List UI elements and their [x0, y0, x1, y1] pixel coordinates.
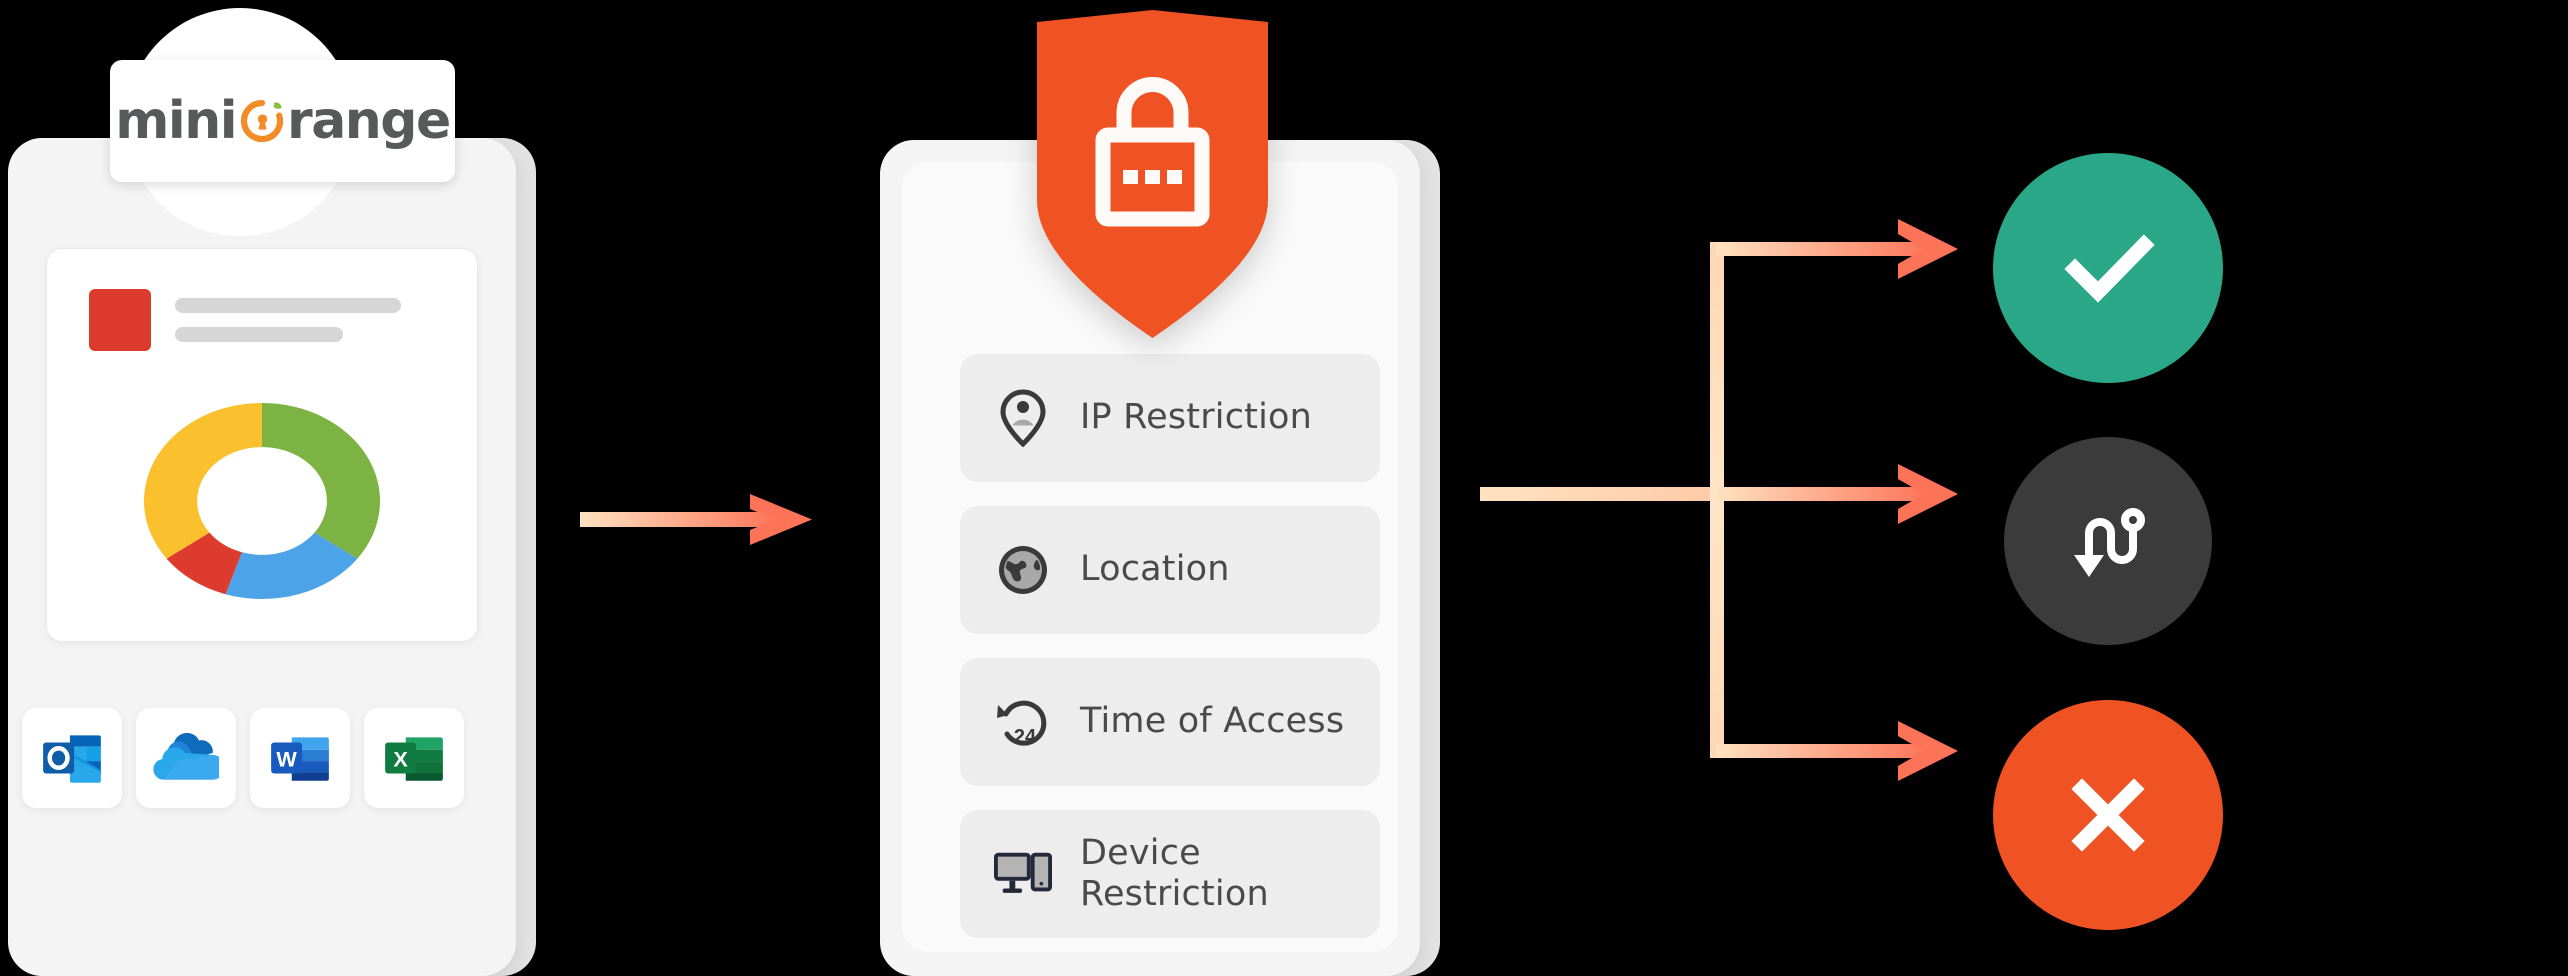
policy-item-time-of-access[interactable]: 24 Time of Access — [960, 658, 1380, 786]
diagram-canvas: W X mini range IP Restriction Location 2… — [0, 0, 2568, 976]
globe-icon — [994, 541, 1052, 599]
placeholder-text-lines — [175, 298, 401, 342]
policy-item-label: Location — [1080, 549, 1230, 590]
shield-lock-icon — [1037, 10, 1268, 338]
placeholder-line-2 — [175, 327, 343, 342]
minorange-logo: mini range — [115, 91, 451, 151]
app-tile-word[interactable]: W — [250, 708, 350, 808]
cross-icon — [2071, 778, 2145, 852]
donut-slice — [262, 403, 380, 559]
policy-item-label: Time of Access — [1080, 701, 1345, 742]
svg-text:W: W — [276, 746, 297, 771]
policy-item-device-restriction[interactable]: Device Restriction — [960, 810, 1380, 938]
policy-item-list: IP Restriction Location 24 Time of Acces… — [960, 354, 1380, 938]
outlook-icon — [43, 735, 101, 783]
policy-item-location[interactable]: Location — [960, 506, 1380, 634]
clipboard-front-plate: W X — [8, 138, 516, 976]
app-tile-excel[interactable]: X — [364, 708, 464, 808]
access-policy-card: IP Restriction Location 24 Time of Acces… — [880, 10, 1440, 976]
logo-text-prefix: mini — [115, 91, 237, 151]
check-icon — [2064, 234, 2155, 303]
onedrive-icon — [153, 733, 219, 780]
policy-item-label: Device Restriction — [1080, 832, 1269, 914]
excel-icon: X — [385, 737, 443, 781]
orange-keyhole-icon — [234, 93, 290, 149]
policy-item-label: IP Restriction — [1080, 397, 1312, 438]
brand-logo-tab: mini range — [110, 60, 455, 182]
application-dashboard-clipboard: W X mini range — [8, 8, 536, 976]
monitor-tablet-icon — [994, 845, 1052, 903]
word-icon: W — [271, 737, 329, 781]
app-tile-outlook[interactable] — [22, 708, 122, 808]
outcome-allow[interactable] — [1993, 153, 2223, 383]
svg-text:X: X — [393, 746, 408, 771]
donut-chart — [144, 403, 380, 599]
svg-text:24: 24 — [1014, 726, 1037, 748]
clock-24-hours-icon: 24 — [994, 693, 1052, 751]
app-icon-row: W X — [22, 708, 464, 808]
redirect-icon — [2074, 508, 2145, 577]
location-pin-person-icon — [994, 389, 1052, 447]
logo-text-suffix: range — [287, 91, 451, 151]
outcome-redirect[interactable] — [2004, 437, 2212, 645]
outcome-deny[interactable] — [1993, 700, 2223, 930]
arrow-apps-to-policy — [580, 494, 812, 545]
decision-branch-arrows — [1480, 219, 1958, 781]
dashboard-preview-card — [46, 248, 478, 642]
app-tile-onedrive[interactable] — [136, 708, 236, 808]
policy-item-ip-restriction[interactable]: IP Restriction — [960, 354, 1380, 482]
thumbnail-swatch — [89, 289, 151, 351]
placeholder-line-1 — [175, 298, 401, 313]
dashboard-card-header — [89, 289, 401, 351]
donut-slice — [144, 403, 262, 559]
